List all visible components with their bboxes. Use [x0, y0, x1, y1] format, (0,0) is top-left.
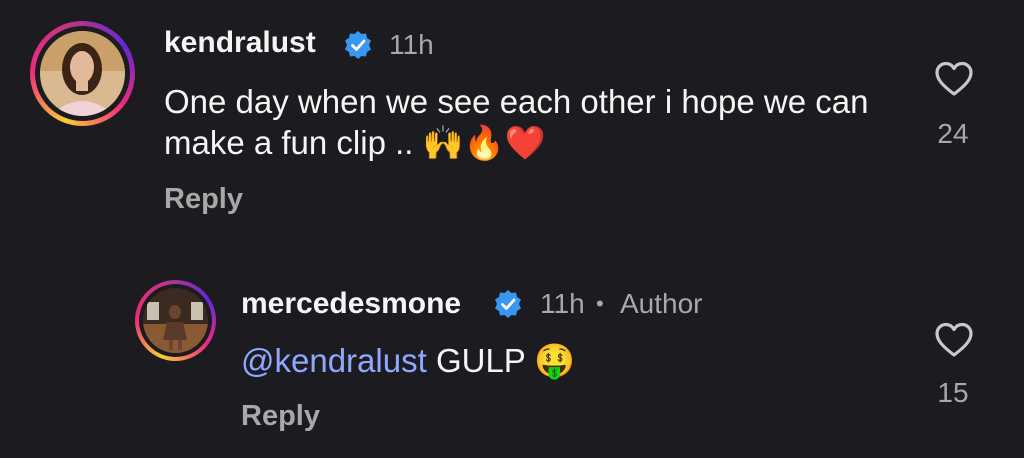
- mention-link[interactable]: @kendralust: [241, 342, 427, 379]
- profile-photo: [40, 31, 125, 116]
- meta-separator: •: [596, 291, 604, 316]
- comment-body: @kendralust GULP 🤑: [241, 340, 841, 381]
- comment-timestamp: 11h: [540, 288, 585, 319]
- comment-body: One day when we see each other i hope we…: [164, 81, 884, 163]
- heart-icon[interactable]: [934, 321, 974, 361]
- verified-badge-icon: [495, 290, 521, 318]
- comment-username[interactable]: mercedesmone: [241, 287, 461, 321]
- profile-photo: [143, 288, 208, 353]
- heart-icon[interactable]: [934, 60, 974, 100]
- author-tag: Author: [620, 288, 703, 319]
- reply-button[interactable]: Reply: [164, 183, 243, 216]
- comment-emojis: 🙌🔥❤️: [422, 123, 546, 162]
- comment-text: GULP: [435, 342, 526, 379]
- comment-timestamp: 11h: [389, 29, 434, 60]
- comment-username[interactable]: kendralust: [164, 26, 316, 60]
- avatar[interactable]: [30, 21, 135, 126]
- like-count: 24: [937, 118, 969, 149]
- avatar[interactable]: [135, 280, 216, 361]
- comments-thread: kendralust 11h One day when we see each …: [0, 0, 1024, 458]
- verified-badge-icon: [345, 31, 371, 59]
- like-count: 15: [937, 377, 969, 408]
- reply-button[interactable]: Reply: [241, 400, 320, 433]
- comment-emojis: 🤑: [534, 341, 576, 380]
